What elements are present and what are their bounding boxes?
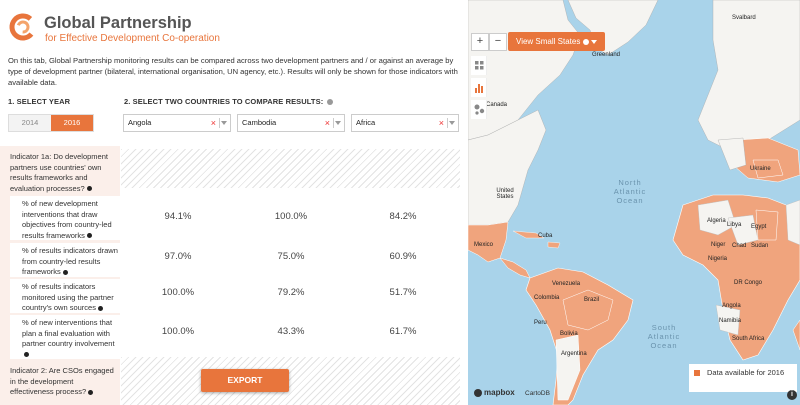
chevron-down-icon[interactable] xyxy=(335,121,341,125)
country-select-2[interactable]: Cambodia × xyxy=(237,114,345,132)
table-cell: 43.3% xyxy=(277,326,305,337)
map-label: Egypt xyxy=(751,224,767,230)
map-label: Svalbard xyxy=(732,15,756,21)
map-label: DR Congo xyxy=(734,280,763,286)
indicator-1a-title: Indicator 1a: Do development partners us… xyxy=(10,152,108,193)
info-icon[interactable] xyxy=(24,352,29,358)
map-label: Sudan xyxy=(751,243,769,249)
table-cell: 75.0% xyxy=(277,251,305,262)
chevron-down-icon[interactable] xyxy=(221,121,227,125)
year-toggle: 2014 2016 xyxy=(8,114,94,132)
table-cell: 79.2% xyxy=(277,287,305,298)
map-info-button[interactable]: i xyxy=(787,390,797,400)
country-select-3[interactable]: Africa × xyxy=(351,114,459,132)
map-legend: Data available for 2016 xyxy=(689,364,797,392)
info-icon xyxy=(583,38,590,45)
cartodb-attribution[interactable]: CartoDB xyxy=(525,390,550,397)
table-cell: 94.1% xyxy=(164,211,192,222)
map-label: Argentina xyxy=(561,351,587,357)
info-icon[interactable] xyxy=(86,186,92,192)
app-subtitle: for Effective Development Co-operation xyxy=(45,33,220,44)
map-label: Colombia xyxy=(534,295,560,301)
comparison-panel: Global Partnership for Effective Develop… xyxy=(0,0,468,405)
bubble-view-button[interactable] xyxy=(471,100,487,119)
map-label: Canada xyxy=(486,102,508,108)
country-select-3-value: Africa xyxy=(356,118,376,127)
map-label: Cuba xyxy=(538,233,553,239)
zoom-out-button[interactable]: − xyxy=(489,33,507,51)
info-icon[interactable] xyxy=(86,233,92,239)
map-label: Greenland xyxy=(592,52,621,58)
info-icon[interactable] xyxy=(62,269,68,275)
table-row: % of new development interventions that … xyxy=(10,196,120,240)
map-label: Niger xyxy=(711,242,726,248)
map-label: Nigeria xyxy=(708,256,728,262)
map-label: Algeria xyxy=(707,218,726,224)
table-cell: 100.0% xyxy=(274,211,308,222)
gpedc-logo-icon xyxy=(9,13,37,41)
select-countries-label: 2. SELECT TWO COUNTRIES TO COMPARE RESUL… xyxy=(124,97,334,106)
table-cell: 84.2% xyxy=(389,211,417,222)
map-label: Libya xyxy=(727,222,742,228)
table-row: % of results indicators drawn from count… xyxy=(10,243,120,277)
view-small-states-dropdown[interactable]: View Small States xyxy=(508,32,605,51)
table-cell: 61.7% xyxy=(389,326,417,337)
indicator-2-title: Indicator 2: Are CSOs engaged in the dev… xyxy=(10,366,114,396)
map-label: Peru xyxy=(534,320,547,326)
zoom-in-button[interactable]: + xyxy=(471,33,489,51)
map-label: Venezuela xyxy=(552,281,581,287)
table-cell: 100.0% xyxy=(161,287,195,298)
bar-chart-icon xyxy=(475,84,483,93)
year-2014-button[interactable]: 2014 xyxy=(9,115,51,131)
map-label: Angola xyxy=(722,303,741,309)
map-label: Namibia xyxy=(719,318,742,324)
country-select-2-value: Cambodia xyxy=(242,118,277,127)
map-label: Ukraine xyxy=(750,166,771,172)
map-label: Bolivia xyxy=(560,331,578,337)
world-map[interactable]: Svalbard Greenland Canada United States … xyxy=(468,0,800,405)
grid-view-button[interactable] xyxy=(471,56,487,75)
map-label: Mexico xyxy=(474,242,494,248)
map-label: United States xyxy=(496,188,514,200)
clear-icon[interactable]: × xyxy=(211,115,216,131)
clear-icon[interactable]: × xyxy=(325,115,330,131)
header: Global Partnership for Effective Develop… xyxy=(8,8,448,48)
table-row: % of new interventions that plan a final… xyxy=(10,315,120,359)
app-title: Global Partnership xyxy=(44,14,192,32)
chevron-down-icon xyxy=(591,40,597,44)
hatched-no-data xyxy=(121,357,460,405)
chart-view-button[interactable] xyxy=(471,78,487,97)
country-select-1[interactable]: Angola × xyxy=(123,114,231,132)
bubbles-icon xyxy=(474,104,485,115)
mapbox-icon xyxy=(474,388,482,397)
legend-swatch xyxy=(694,370,700,376)
grid-icon xyxy=(475,61,484,70)
info-icon[interactable] xyxy=(327,99,334,106)
map-label: South Africa xyxy=(732,336,765,342)
hatched-no-data xyxy=(121,149,460,188)
country-select-1-value: Angola xyxy=(128,118,152,127)
info-icon[interactable] xyxy=(97,305,103,311)
map-label: Brazil xyxy=(584,297,600,303)
ocean-label: South Atlantic Ocean xyxy=(647,323,681,350)
ocean-label: North Atlantic Ocean xyxy=(613,178,647,205)
table-cell: 60.9% xyxy=(389,251,417,262)
mapbox-logo[interactable]: mapbox xyxy=(474,388,515,397)
clear-icon[interactable]: × xyxy=(439,115,444,131)
table-cell: 97.0% xyxy=(164,251,192,262)
export-button[interactable]: EXPORT xyxy=(201,369,289,392)
intro-text: On this tab, Global Partnership monitori… xyxy=(8,56,458,87)
select-year-label: 1. SELECT YEAR xyxy=(8,97,71,106)
table-cell: 100.0% xyxy=(161,326,195,337)
chevron-down-icon[interactable] xyxy=(449,121,455,125)
table-row: % of results indicators monitored using … xyxy=(10,279,120,313)
table-cell: 51.7% xyxy=(389,287,417,298)
info-icon[interactable] xyxy=(88,389,94,395)
year-2016-button[interactable]: 2016 xyxy=(51,115,93,131)
map-label: Chad xyxy=(732,243,747,249)
